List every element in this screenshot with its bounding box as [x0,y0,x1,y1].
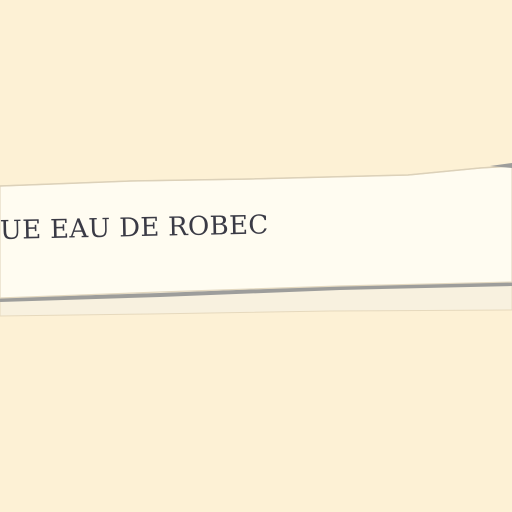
street-sign-scene: UE EAU DE ROBEC [0,0,512,512]
street-name-label: UE EAU DE ROBEC [0,210,269,246]
street-sign-banner [0,163,512,317]
